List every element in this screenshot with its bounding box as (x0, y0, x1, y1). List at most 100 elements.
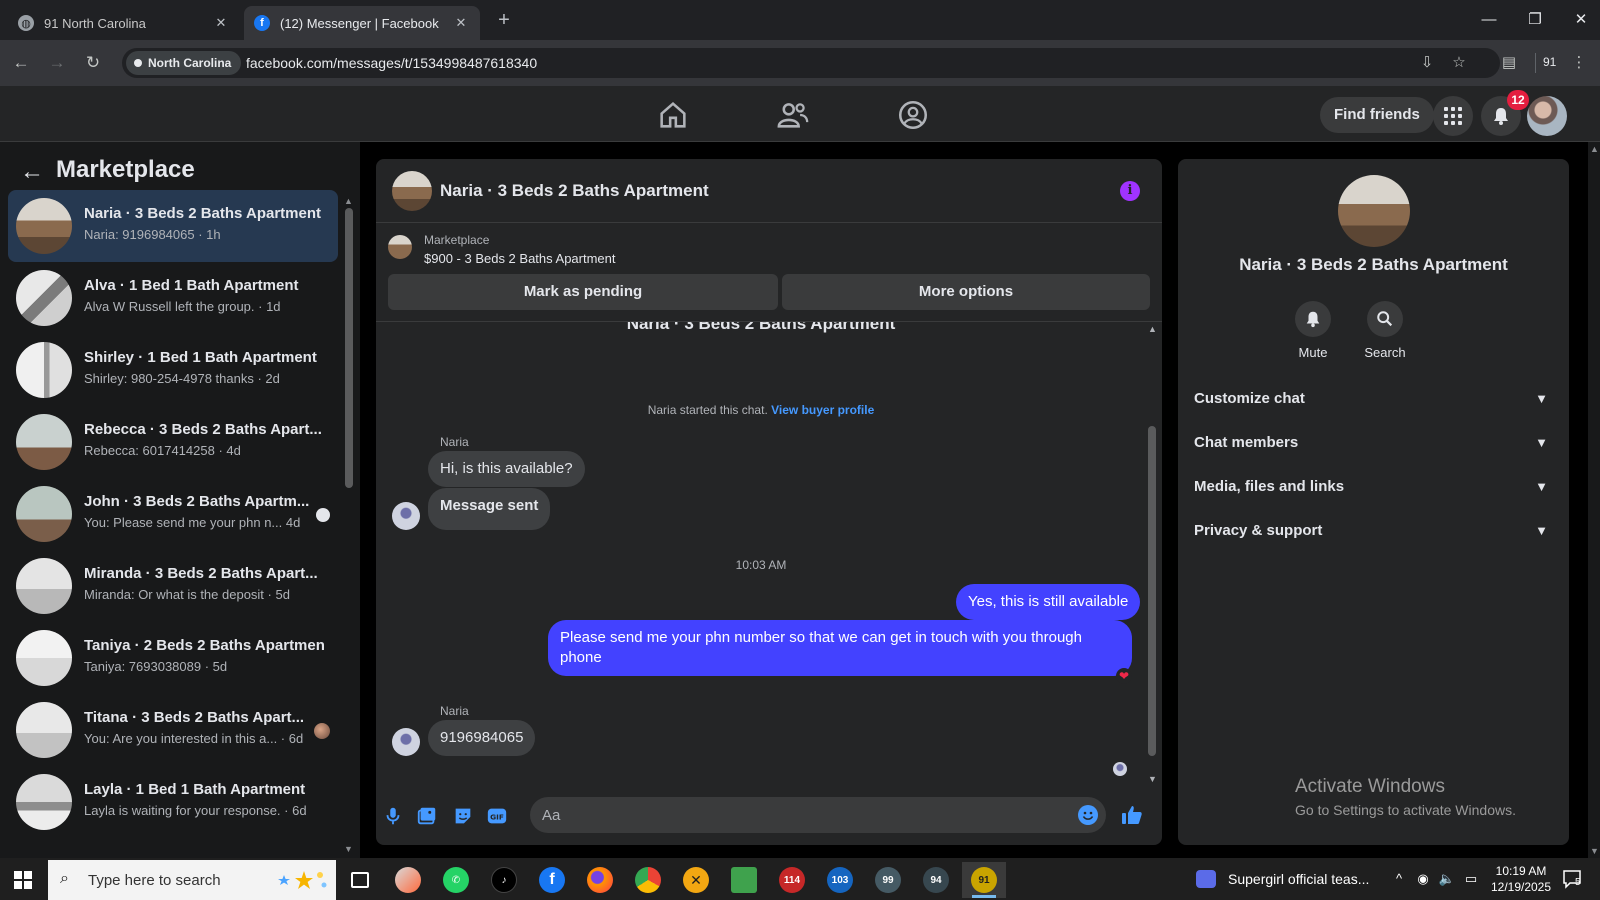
camera-icon[interactable]: ◉ (1414, 870, 1432, 888)
info-icon[interactable]: i (1120, 181, 1140, 201)
chat-row[interactable]: Miranda · 3 Beds 2 Baths Apart... Mirand… (8, 550, 338, 622)
message-bubble-outgoing[interactable]: Please send me your phn number so that w… (548, 620, 1132, 676)
back-arrow-icon[interactable]: ← (20, 158, 44, 186)
news-widget-icon[interactable] (1196, 870, 1216, 888)
page-scrollbar[interactable]: ▲ ▼ (1588, 142, 1600, 858)
chevron-up-icon[interactable]: ^ (1390, 870, 1408, 888)
taskbar-app[interactable]: 99 (866, 862, 910, 898)
photo-icon[interactable] (416, 805, 438, 827)
task-view-icon (351, 872, 369, 888)
customize-chat-section[interactable]: Customize chat ▼ (1194, 381, 1554, 417)
message-bubble-incoming[interactable]: Message sent (428, 488, 551, 530)
notification-center-icon[interactable]: 5 (1562, 869, 1586, 891)
scroll-down-arrow[interactable]: ▼ (1148, 774, 1157, 784)
taskbar-app[interactable]: ♪ (482, 862, 526, 898)
listing-title[interactable]: $900 - 3 Beds 2 Baths Apartment (424, 251, 616, 266)
system-clock[interactable]: 10:19 AM 12/19/2025 (1488, 863, 1554, 895)
sticker-icon[interactable] (452, 805, 474, 827)
tab-title: (12) Messenger | Facebook (280, 15, 439, 31)
thread-scrollbar[interactable]: ▲ ▼ (1146, 322, 1158, 785)
taskbar-app[interactable]: 114 (770, 862, 814, 898)
volume-icon[interactable]: 🔈 (1438, 870, 1456, 888)
scrollbar-thumb[interactable] (1148, 426, 1156, 756)
taskbar-app-active[interactable]: 91 (962, 862, 1006, 898)
mute-button[interactable]: Mute (1278, 301, 1348, 360)
news-widget-label[interactable]: Supergirl official teas... (1228, 871, 1369, 887)
scroll-down-arrow[interactable]: ▼ (344, 844, 353, 854)
search-button[interactable]: Search (1350, 301, 1420, 360)
back-arrow-icon[interactable]: ← (10, 52, 32, 74)
conversation-title[interactable]: Naria · 3 Beds 2 Baths Apartment (440, 181, 709, 201)
chat-row[interactable]: Alva · 1 Bed 1 Bath Apartment Alva W Rus… (8, 262, 338, 334)
install-icon[interactable]: ⇩ (1416, 52, 1438, 74)
chat-members-section[interactable]: Chat members ▼ (1194, 425, 1554, 461)
scroll-down-arrow[interactable]: ▼ (1590, 846, 1599, 856)
profile-count[interactable]: 91 (1543, 55, 1556, 69)
account-avatar[interactable] (1527, 96, 1567, 136)
conversation-avatar[interactable] (392, 171, 432, 211)
scroll-up-arrow[interactable]: ▲ (1590, 144, 1599, 154)
forward-arrow-icon[interactable]: → (46, 52, 68, 74)
menu-grid-icon[interactable] (1433, 96, 1473, 136)
new-tab-button[interactable]: + (492, 9, 516, 33)
groups-icon[interactable] (896, 98, 930, 132)
taskbar-app[interactable]: ✆ (434, 862, 478, 898)
taskbar-app[interactable] (722, 862, 766, 898)
chat-row[interactable]: John · 3 Beds 2 Baths Apartm... You: Ple… (8, 478, 338, 550)
find-friends-button[interactable]: Find friends (1320, 97, 1434, 133)
taskbar-app[interactable] (386, 862, 430, 898)
close-icon[interactable]: ✕ (452, 15, 470, 31)
chat-preview: You: Please send me your phn n... 4d (84, 515, 301, 530)
listing-thumbnail (16, 774, 72, 830)
scroll-up-arrow[interactable]: ▲ (344, 196, 353, 206)
microphone-icon[interactable] (382, 805, 404, 827)
network-icon[interactable]: ▭ (1462, 870, 1480, 888)
taskbar-app[interactable]: 94 (914, 862, 958, 898)
chat-row[interactable]: Titana · 3 Beds 2 Baths Apart... You: Ar… (8, 694, 338, 766)
home-icon[interactable] (656, 98, 690, 132)
chat-row[interactable]: Shirley · 1 Bed 1 Bath Apartment Shirley… (8, 334, 338, 406)
restore-button[interactable]: ❐ (1520, 9, 1550, 31)
minimize-button[interactable]: — (1474, 9, 1504, 31)
reading-list-icon[interactable]: ▤ (1498, 52, 1520, 74)
sidebar-scrollbar[interactable]: ▲ ▼ (344, 196, 353, 854)
taskbar-app[interactable]: 103 (818, 862, 862, 898)
emoji-icon[interactable] (1078, 805, 1098, 825)
more-options-button[interactable]: More options (782, 274, 1150, 310)
heart-reaction-icon[interactable]: ❤ (1116, 668, 1132, 684)
scroll-up-arrow[interactable]: ▲ (1148, 324, 1157, 334)
globe-icon: ◍ (18, 15, 34, 31)
reload-icon[interactable]: ↻ (82, 52, 104, 74)
tab-north-carolina[interactable]: ◍ 91 North Carolina ✕ (8, 6, 240, 40)
message-bubble-incoming[interactable]: Hi, is this available? (428, 451, 585, 487)
close-icon[interactable]: ✕ (212, 15, 230, 31)
bookmark-star-icon[interactable]: ☆ (1448, 52, 1470, 74)
taskbar-app[interactable]: f (530, 862, 574, 898)
windows-start-icon[interactable] (14, 871, 32, 889)
tab-messenger[interactable]: f (12) Messenger | Facebook ✕ (244, 6, 480, 40)
taskbar-app[interactable]: ✕ (674, 862, 718, 898)
scrollbar-thumb[interactable] (345, 208, 353, 488)
taskbar-app[interactable] (578, 862, 622, 898)
view-buyer-profile-link[interactable]: View buyer profile (771, 403, 874, 417)
message-input[interactable] (530, 797, 1106, 833)
taskbar-search-box[interactable]: ⌕ Type here to search (48, 860, 336, 900)
url-text[interactable]: facebook.com/messages/t/1534998487618340 (246, 55, 537, 71)
mark-as-pending-button[interactable]: Mark as pending (388, 274, 778, 310)
chat-row[interactable]: Rebecca · 3 Beds 2 Baths Apart... Rebecc… (8, 406, 338, 478)
thumbs-up-icon[interactable] (1120, 803, 1144, 827)
gif-icon[interactable]: GIF (486, 805, 508, 827)
task-view-button[interactable] (338, 862, 382, 898)
privacy-support-section[interactable]: Privacy & support ▼ (1194, 513, 1554, 549)
taskbar-app[interactable] (626, 862, 670, 898)
message-bubble-outgoing[interactable]: Yes, this is still available (956, 584, 1141, 620)
window-close-button[interactable]: ✕ (1566, 9, 1596, 31)
message-bubble-incoming[interactable]: 9196984065 (428, 720, 536, 756)
media-files-links-section[interactable]: Media, files and links ▼ (1194, 469, 1554, 505)
profile-chip[interactable]: North Carolina (126, 51, 242, 75)
chat-row[interactable]: Layla · 1 Bed 1 Bath Apartment Layla is … (8, 766, 338, 838)
browser-menu-icon[interactable]: ⋮ (1568, 52, 1590, 74)
friends-icon[interactable] (776, 98, 810, 132)
chat-row[interactable]: Naria · 3 Beds 2 Baths Apartment Naria: … (8, 190, 338, 262)
chat-row[interactable]: Taniya · 2 Beds 2 Baths Apartment Taniya… (8, 622, 338, 694)
